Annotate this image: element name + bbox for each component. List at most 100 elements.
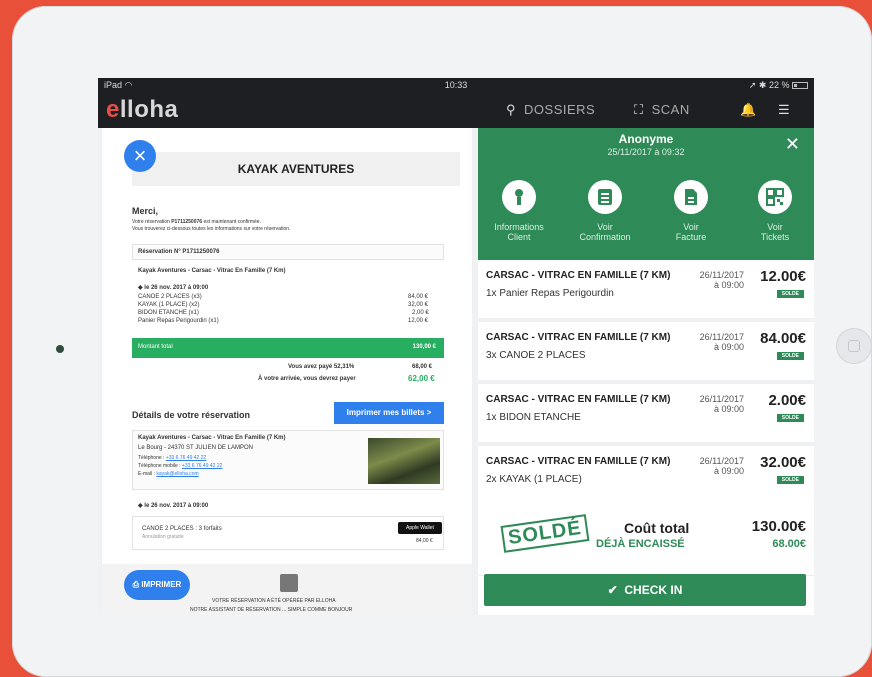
info-line: Vous trouverez ci-dessous toutes les inf… <box>132 226 291 232</box>
booking-item[interactable]: CARSAC - VITRAC EN FAMILLE (7 KM) 1x BID… <box>478 384 814 446</box>
close-panel-icon[interactable]: ✕ <box>785 134 800 155</box>
status-badge: SOLDE <box>776 290 804 298</box>
location-icon: ➚ <box>748 80 757 90</box>
line-2-label: KAYAK (1 PLACE) (x2) <box>138 302 200 308</box>
item-quantity: 2x KAYAK (1 PLACE) <box>486 474 582 485</box>
email-link[interactable]: kayak@elloha.com <box>156 471 198 477</box>
nav-scan-label: SCAN <box>651 102 690 117</box>
action-view-confirmation[interactable]: Voir Confirmation <box>570 180 640 242</box>
total-value: 130,00 € <box>412 344 436 350</box>
line-2-price: 32,00 € <box>408 302 429 308</box>
canoe-line: CANOE 2 PLACES : 3 forfaits <box>142 526 222 532</box>
document-icon <box>588 180 622 214</box>
item-price: 12.00€ <box>760 268 806 285</box>
confirmation-view: KAYAK AVENTURES × Merci, Votre réservati… <box>98 128 478 615</box>
check-in-label: CHECK IN <box>624 583 683 597</box>
item-date: 26/11/2017 à 09:00 <box>699 394 744 414</box>
email-line: E-mail : kayak@elloha.com <box>138 471 199 477</box>
mobile-line: Téléphone mobile : +33 6 76 49 42 22 <box>138 463 223 469</box>
battery-icon <box>792 82 808 90</box>
total-cost-value: 130.00€ <box>751 518 806 535</box>
booking-panel: Anonyme 25/11/2017 à 09:32 ✕ Information… <box>478 128 814 615</box>
customer-name: Anonyme <box>618 132 674 146</box>
invoice-icon <box>674 180 708 214</box>
close-icon[interactable]: × <box>124 140 156 172</box>
nav-dossiers[interactable]: ⚲ DOSSIERS <box>506 102 595 118</box>
line-3-price: 2,00 € <box>412 310 429 316</box>
elloha-logo[interactable]: elloha <box>106 96 178 124</box>
confirmation-document: KAYAK AVENTURES × Merci, Votre réservati… <box>102 128 472 615</box>
item-quantity: 3x CANOE 2 PLACES <box>486 350 586 361</box>
item-date: 26/11/2017 à 09:00 <box>699 270 744 290</box>
mobile-link[interactable]: +33 6 76 49 42 22 <box>182 463 222 469</box>
totals-section: SOLDÉ Coût total DÉJÀ ENCAISSÉ 130.00€ 6… <box>478 502 814 576</box>
camera <box>56 345 64 353</box>
ticket-card <box>132 516 444 550</box>
nav-scan[interactable]: ⛶ SCAN <box>634 102 690 118</box>
check-in-button[interactable]: ✔ CHECK IN <box>484 574 806 606</box>
line-4-label: Panier Repas Perigourdin (x1) <box>138 318 219 324</box>
solde-stamp: SOLDÉ <box>500 514 590 553</box>
item-quantity: 1x Panier Repas Perigourdin <box>486 288 614 299</box>
booking-item[interactable]: CARSAC - VITRAC EN FAMILLE (7 KM) 3x CAN… <box>478 322 814 384</box>
action-view-tickets[interactable]: Voir Tickets <box>740 180 810 242</box>
total-cost-label: Coût total <box>624 520 690 536</box>
print-tickets-button[interactable]: Imprimer mes billets > <box>334 402 444 424</box>
footer-line-2: NOTRE ASSISTANT DE RÉSERVATION ... SIMPL… <box>190 607 353 613</box>
kayak-photo <box>368 438 440 484</box>
action-client-info[interactable]: Informations Client <box>484 180 554 242</box>
check-icon: ✔ <box>607 583 618 597</box>
apple-wallet-button[interactable]: Apple Wallet <box>398 522 442 534</box>
battery-percent: 22 % <box>768 80 790 90</box>
user-icon <box>502 180 536 214</box>
total-label: Montant total <box>138 344 173 350</box>
address-title: Kayak Aventures - Carsac - Vitrac En Fam… <box>138 435 286 441</box>
status-bar: iPad ◠ 10:33 ➚ ✱ 22 % <box>98 78 814 92</box>
canoe-price: 84,00 € <box>416 538 433 544</box>
bell-icon[interactable]: 🔔 <box>740 102 757 118</box>
item-date: 26/11/2017 à 09:00 <box>699 332 744 352</box>
status-badge: SOLDE <box>776 476 804 484</box>
item-price: 32.00€ <box>760 454 806 471</box>
doc-title: KAYAK AVENTURES <box>132 152 460 186</box>
activity-name: Kayak Aventures - Carsac - Vitrac En Fam… <box>138 268 286 274</box>
status-badge: SOLDE <box>776 352 804 360</box>
reservation-number: Réservation N° P1711250076 <box>138 249 220 255</box>
booking-datetime: 25/11/2017 à 09:32 <box>607 147 685 157</box>
screen: iPad ◠ 10:33 ➚ ✱ 22 % elloha ⚲ DOSSIERS ⛶… <box>98 78 814 615</box>
nav-dossiers-label: DOSSIERS <box>524 102 596 117</box>
paid-value: 68,00 € <box>412 364 433 370</box>
qr-code-icon <box>758 180 792 214</box>
tag-icon: ◆ <box>138 285 143 291</box>
status-time: 10:33 <box>444 80 468 90</box>
merci-text: Merci, <box>132 206 159 216</box>
due-value: 62,00 € <box>408 374 435 383</box>
scan-icon: ⛶ <box>634 102 644 117</box>
search-icon: ⚲ <box>506 102 517 117</box>
bluetooth-icon: ✱ <box>758 80 767 90</box>
panel-header: Anonyme 25/11/2017 à 09:32 ✕ Information… <box>478 128 814 260</box>
footer-line-1: VOTRE RÉSERVATION A ÉTÉ OPÉRÉE PAR ELLOH… <box>212 598 336 604</box>
already-cashed-label: DÉJÀ ENCAISSÉ <box>596 538 685 550</box>
already-cashed-value: 68.00€ <box>772 538 806 550</box>
item-quantity: 1x BIDON ETANCHE <box>486 412 581 423</box>
address-line: Le Bourg - 24370 ST JULIEN DE LAMPON <box>138 445 253 451</box>
phone-link[interactable]: +33 6 76 49 42 22 <box>166 455 206 461</box>
paid-label: Vous avez payé 52,31% <box>288 364 355 370</box>
print-button[interactable]: ⎙ IMPRIMER <box>124 570 190 600</box>
item-name: CARSAC - VITRAC EN FAMILLE (7 KM) <box>486 332 671 343</box>
action-view-invoice[interactable]: Voir Facture <box>656 180 726 242</box>
booking-item[interactable]: CARSAC - VITRAC EN FAMILLE (7 KM) 2x KAY… <box>478 446 814 508</box>
confirm-line: Votre réservation P1711250076 est mainte… <box>132 219 261 225</box>
elloha-mark-icon <box>280 574 298 592</box>
item-name: CARSAC - VITRAC EN FAMILLE (7 KM) <box>486 270 671 281</box>
line-1-label: CANOE 2 PLACES (x3) <box>138 294 202 300</box>
item-name: CARSAC - VITRAC EN FAMILLE (7 KM) <box>486 394 671 405</box>
home-button[interactable] <box>836 328 872 364</box>
menu-icon[interactable]: ☰ <box>778 102 790 118</box>
booking-item[interactable]: CARSAC - VITRAC EN FAMILLE (7 KM) 1x Pan… <box>478 260 814 322</box>
item-date: 26/11/2017 à 09:00 <box>699 456 744 476</box>
total-bar: Montant total 130,00 € <box>132 338 444 358</box>
print-button-label: IMPRIMER <box>141 580 182 589</box>
line-1-price: 84,00 € <box>408 294 429 300</box>
